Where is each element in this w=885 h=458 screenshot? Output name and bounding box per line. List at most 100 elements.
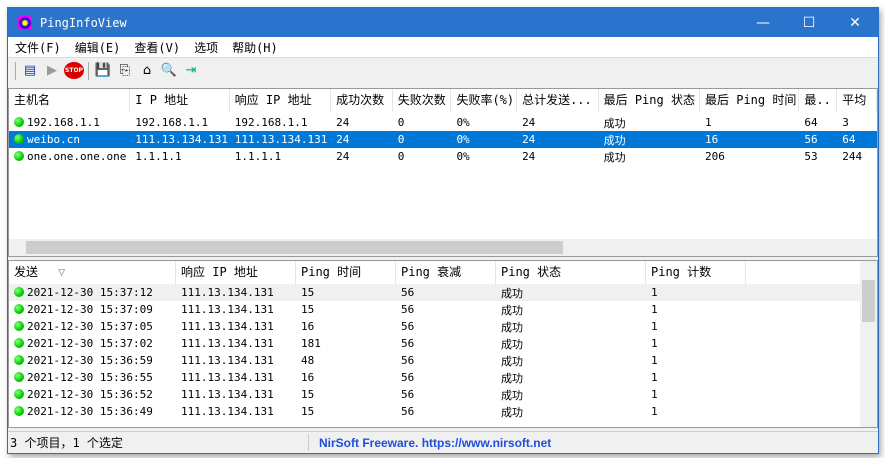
close-button[interactable]: ✕ [832,15,878,31]
status-ok-icon [14,134,24,144]
status-ok-icon [14,406,24,416]
status-ok-icon [14,389,24,399]
table-cell: 111.13.134.131 [181,303,274,316]
vertical-scrollbar[interactable] [860,261,877,427]
table-cell: 1 [651,286,658,299]
table-cell: 0% [456,116,470,129]
column-header[interactable]: I P 地址 [130,89,230,112]
ping-history-list[interactable]: 发送 ▽ 响应 IP 地址 Ping 时间 Ping 衰减 Ping 状态 Ping 计数 … [8,260,878,428]
status-ok-icon [14,355,24,365]
table-cell: 192.168.1.1 [234,116,308,129]
table-cell: 56 [804,133,818,146]
exit-icon[interactable]: ⇥ [180,61,202,81]
menu-file[interactable]: 文件(F) [8,39,68,56]
minimize-button[interactable]: — [740,15,786,31]
table-cell: 成功 [501,320,523,334]
table-cell: 成功 [603,150,626,164]
table-cell: 24 [522,150,536,163]
title-bar: PingInfoView — ☐ ✕ [8,8,878,37]
sort-icon: ▽ [58,265,66,279]
table-cell: 0 [397,116,405,129]
maximize-button[interactable]: ☐ [786,15,832,31]
column-header[interactable]: 失败率(%) [451,89,518,112]
table-cell: 24 [522,116,536,129]
table-cell: 3 [842,116,849,129]
column-header[interactable]: 最后 Ping 状态 [599,89,700,112]
table-cell: 111.13.134.131 [181,286,274,299]
start-icon[interactable]: ▶ [41,61,63,81]
column-header[interactable]: 失败次数 [393,89,452,112]
table-cell: 2021-12-30 15:36:49 [9,405,176,418]
table-cell: 成功 [603,116,626,130]
table-cell: 111.13.134.131 [181,388,274,401]
save-icon[interactable]: 💾 [92,61,114,81]
table-cell: 56 [401,320,415,333]
status-ok-icon [14,287,24,297]
column-header[interactable]: Ping 状态 [496,261,646,284]
column-header[interactable]: 响应 IP 地址 [176,261,296,284]
table-cell: 15 [301,388,315,401]
host-list[interactable]: 主机名 I P 地址 响应 IP 地址 成功次数 失败次数 失败率(%) 总计发送... 最后… [8,88,878,257]
table-cell: weibo.cn [9,133,130,146]
table-row[interactable]: weibo.cn 111.13.134.131 111.13.134.131 24 0 0… [9,131,877,148]
table-cell: 15 [301,286,315,299]
table-row[interactable]: one.one.one.one 1.1.1.1 1.1.1.1 24 0 0% 24 成功 20… [9,148,877,165]
column-header[interactable]: 总计发送... [517,89,599,112]
column-header[interactable]: 主机名 [9,89,131,112]
table-row[interactable]: 2021-12-30 15:36:59 111.13.134.131 48 56 成功 1 [9,352,877,369]
html-report-icon[interactable]: ⌂ [136,61,158,81]
table-cell: 56 [401,286,415,299]
properties-icon[interactable]: ▤ [19,61,41,81]
table-cell: 0 [397,133,405,146]
column-header[interactable]: 平均 [837,89,877,112]
table-row[interactable]: 2021-12-30 15:36:49 111.13.134.131 15 56 成功 1 [9,403,877,420]
column-header[interactable]: 最后 Ping 时间 [700,89,800,112]
find-icon[interactable]: 🔍 [158,61,180,81]
table-cell: 成功 [501,286,523,300]
table-row[interactable]: 2021-12-30 15:37:05 111.13.134.131 16 56 成功 1 [9,318,877,335]
table-cell: 64 [804,116,818,129]
column-header[interactable]: Ping 时间 [296,261,396,284]
status-ok-icon [14,117,24,127]
table-cell: 111.13.134.131 [181,337,274,350]
column-header[interactable]: 最.. [799,89,838,112]
table-row[interactable]: 192.168.1.1 192.168.1.1 192.168.1.1 24 0 0% 24… [9,114,877,131]
table-cell: 56 [401,405,415,418]
table-row[interactable]: 2021-12-30 15:37:09 111.13.134.131 15 56 成功 1 [9,301,877,318]
table-cell: 48 [301,354,315,367]
menu-edit[interactable]: 编辑(E) [68,39,128,56]
menu-help[interactable]: 帮助(H) [225,39,285,56]
table-cell: 2021-12-30 15:36:52 [9,388,176,401]
nirsoft-link[interactable]: NirSoft Freeware. https://www.nirsoft.ne… [309,436,551,450]
table-row[interactable]: 2021-12-30 15:36:52 111.13.134.131 15 56 成功 1 [9,386,877,403]
stop-icon[interactable]: STOP [63,61,85,81]
table-cell: 181 [301,337,321,350]
menu-bar: 文件(F) 编辑(E) 查看(V) 选项 帮助(H) [8,37,878,57]
table-cell: 2021-12-30 15:37:12 [9,286,176,299]
window-title: PingInfoView [40,15,127,30]
table-row[interactable]: 2021-12-30 15:37:02 111.13.134.131 181 56 成功… [9,335,877,352]
table-cell: 56 [401,388,415,401]
status-ok-icon [14,304,24,314]
column-header[interactable]: Ping 计数 [646,261,746,284]
app-icon [18,15,32,30]
column-header[interactable]: Ping 衰减 [396,261,496,284]
status-bar: 3 个项目，1 个选定 NirSoft Freeware. https://ww… [8,431,878,453]
column-header[interactable]: 成功次数 [331,89,393,112]
column-header[interactable]: 发送 ▽ [9,261,176,284]
horizontal-scrollbar[interactable] [9,239,877,256]
table-cell: 0% [456,150,470,163]
host-list-header: 主机名 I P 地址 响应 IP 地址 成功次数 失败次数 失败率(%) 总计发送... 最后… [9,89,877,112]
table-row[interactable]: 2021-12-30 15:36:55 111.13.134.131 16 56 成功 1 [9,369,877,386]
menu-options[interactable]: 选项 [187,39,225,56]
table-cell: 成功 [501,337,523,351]
table-cell: 1 [651,303,658,316]
table-cell: 成功 [501,388,523,402]
status-ok-icon [14,372,24,382]
menu-view[interactable]: 查看(V) [127,39,187,56]
table-cell: 244 [842,150,863,163]
copy-icon[interactable]: ⎘ [114,61,136,81]
table-cell: 0 [397,150,405,163]
column-header[interactable]: 响应 IP 地址 [230,89,332,112]
table-row[interactable]: 2021-12-30 15:37:12 111.13.134.131 15 56 成功 1 [9,284,877,301]
